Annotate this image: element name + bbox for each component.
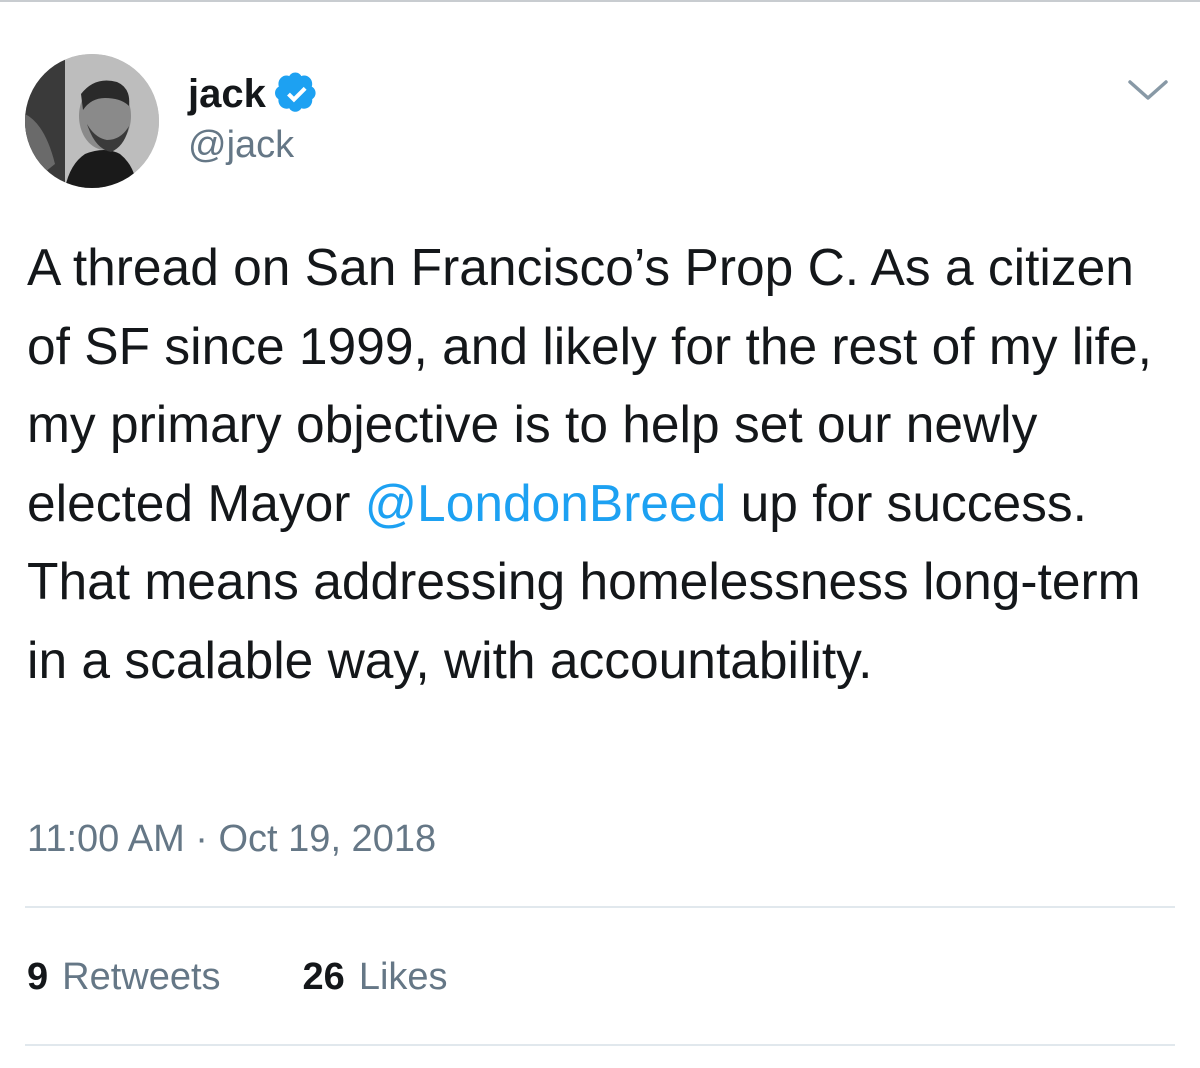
tweet-menu-button[interactable] (1120, 70, 1176, 110)
avatar-image (25, 54, 159, 188)
likes-count: 26 (302, 956, 345, 998)
retweets-label: Retweets (62, 956, 221, 998)
mention-link[interactable]: @LondonBreed (365, 474, 727, 532)
chevron-down-icon (1128, 80, 1168, 100)
likes-stat[interactable]: 26 Likes (303, 950, 448, 1004)
top-divider (0, 0, 1200, 2)
name-row: jack (188, 64, 320, 124)
divider (25, 1044, 1175, 1046)
likes-label: Likes (358, 956, 448, 998)
display-name[interactable]: jack (188, 64, 266, 124)
avatar[interactable] (25, 54, 159, 188)
divider (25, 906, 1175, 908)
retweets-count: 9 (27, 956, 49, 998)
retweets-stat[interactable]: 9 Retweets (27, 950, 221, 1004)
verified-badge-icon (274, 71, 320, 117)
tweet-stats: 9 Retweets 26 Likes (27, 950, 448, 1004)
user-handle[interactable]: @jack (188, 120, 294, 170)
tweet-timestamp[interactable]: 11:00 AM · Oct 19, 2018 (27, 814, 436, 864)
tweet-card: jack @jack A thread on San Francisco’s P… (0, 0, 1200, 1068)
tweet-text: A thread on San Francisco’s Prop C. As a… (27, 228, 1187, 699)
